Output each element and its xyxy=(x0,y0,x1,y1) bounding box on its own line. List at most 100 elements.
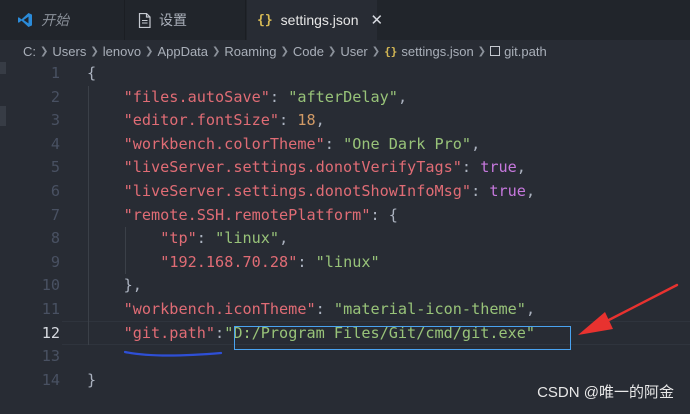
code-text: "liveServer.settings.donotVerifyTags": t… xyxy=(124,156,526,180)
chevron-right-icon: ❯ xyxy=(90,45,99,57)
json-string-value: "linux" xyxy=(315,252,380,271)
code-punct: : xyxy=(269,87,289,106)
tab-bar: 开始 设置 {} settings.json ✕ xyxy=(0,0,690,40)
line-number: 13 xyxy=(41,347,60,366)
code-line: 1{ xyxy=(0,62,690,86)
breadcrumb: C: ❯ Users ❯ lenovo ❯ AppData ❯ Roaming ❯ Cod… xyxy=(0,40,690,62)
code-punct: } xyxy=(87,370,97,389)
breadcrumb-item[interactable]: lenovo xyxy=(103,44,141,59)
json-string-value: "One Dark Pro" xyxy=(343,134,472,153)
breadcrumb-item[interactable]: Code xyxy=(293,44,324,59)
json-string-value: "linux" xyxy=(215,229,280,248)
line-number: 7 xyxy=(50,205,60,224)
json-key: "tp" xyxy=(160,229,197,248)
code-line: 7 "remote.SSH.remotePlatform": { xyxy=(0,204,690,228)
breadcrumb-item[interactable]: Roaming xyxy=(224,44,276,59)
line-number: 12 xyxy=(41,323,60,342)
breadcrumb-item[interactable]: Users xyxy=(52,44,86,59)
chevron-right-icon: ❯ xyxy=(477,45,487,57)
breadcrumb-item[interactable]: AppData xyxy=(157,44,208,59)
breadcrumb-item[interactable]: C: xyxy=(23,44,36,59)
code-editor[interactable]: 1{2 "files.autoSave": "afterDelay", 3 "edit… xyxy=(0,62,690,414)
code-text: "editor.fontSize": 18, xyxy=(124,109,325,133)
code-text: "liveServer.settings.donotShowInfoMsg": … xyxy=(124,180,536,204)
json-key: "files.autoSave" xyxy=(123,87,270,106)
tab-label: 开始 xyxy=(41,12,69,28)
chevron-right-icon: ❯ xyxy=(371,45,381,57)
breadcrumb-item[interactable]: User xyxy=(340,44,367,59)
chevron-right-icon: ❯ xyxy=(145,45,154,57)
selection-highlight-box xyxy=(234,326,571,350)
json-key: "192.168.70.28" xyxy=(160,252,298,271)
code-punct: : xyxy=(279,111,298,130)
code-punct: : xyxy=(196,229,216,248)
chevron-right-icon: ❯ xyxy=(40,45,49,57)
arrow-annotation xyxy=(578,283,679,335)
code-punct: , xyxy=(516,158,526,177)
code-punct: , xyxy=(525,182,536,200)
json-number-value: 18 xyxy=(297,111,316,130)
code-line: 3 "editor.fontSize": 18, xyxy=(0,109,690,133)
json-key: "workbench.colorTheme" xyxy=(123,134,325,153)
code-punct: { xyxy=(87,64,97,82)
code-line: 2 "files.autoSave": "afterDelay", xyxy=(0,86,690,110)
indent-guide xyxy=(125,227,126,275)
code-punct: : xyxy=(461,158,481,177)
code-text: { xyxy=(87,62,96,86)
code-punct: , xyxy=(315,111,325,130)
code-line: 5 "liveServer.settings.donotVerifyTags": … xyxy=(0,156,690,180)
json-braces-icon: {} xyxy=(384,44,398,58)
json-key: "git.path" xyxy=(123,323,216,342)
chevron-right-icon: ❯ xyxy=(327,45,337,57)
watermark: CSDN @唯一的阿金 xyxy=(537,384,674,401)
code-line: 8 "tp": "linux", xyxy=(0,227,690,251)
tab-settings-json[interactable]: {} settings.json ✕ xyxy=(247,0,383,40)
indent-guide xyxy=(88,85,89,346)
code-text: "workbench.iconTheme": "material-icon-th… xyxy=(124,298,536,322)
chevron-right-icon: ❯ xyxy=(212,45,221,57)
code-line: 4 "workbench.colorTheme": "One Dark Pro", xyxy=(0,133,690,157)
code-text: "files.autoSave": "afterDelay", xyxy=(124,86,408,110)
line-number: 10 xyxy=(41,276,60,295)
line-number: 14 xyxy=(41,370,60,389)
json-boolean-value: true xyxy=(480,158,517,177)
line-number: 3 xyxy=(50,111,60,130)
code-punct: : xyxy=(324,134,344,153)
code-punct: : { xyxy=(370,205,398,224)
breadcrumb-file[interactable]: settings.json xyxy=(401,44,473,59)
close-icon[interactable]: ✕ xyxy=(370,11,383,29)
code-punct: }, xyxy=(123,276,142,295)
code-punct: : xyxy=(297,252,316,271)
json-key: "editor.fontSize" xyxy=(123,111,280,130)
code-text: "tp": "linux", xyxy=(160,227,288,251)
json-key: "remote.SSH.remotePlatform" xyxy=(123,205,371,224)
line-number: 11 xyxy=(41,300,60,318)
code-punct: : xyxy=(471,182,490,200)
line-number: 6 xyxy=(50,182,60,200)
json-boolean-value: true xyxy=(489,182,526,200)
tab-settings[interactable]: 设置 xyxy=(126,0,246,40)
tab-welcome[interactable]: 开始 xyxy=(0,0,125,40)
json-key: "workbench.iconTheme" xyxy=(123,300,316,318)
line-number: 5 xyxy=(50,158,60,177)
breadcrumb-symbol[interactable]: git.path xyxy=(504,44,547,59)
line-number: 8 xyxy=(50,229,60,248)
line-number: 9 xyxy=(50,252,60,271)
code-punct: , xyxy=(525,300,536,318)
json-braces-icon: {} xyxy=(257,12,273,28)
underline-annotation xyxy=(124,350,223,357)
string-property-icon xyxy=(490,46,501,56)
chevron-right-icon: ❯ xyxy=(280,45,289,57)
tab-label: settings.json xyxy=(280,12,359,28)
tab-label: 设置 xyxy=(159,12,187,28)
json-string-value: "material-icon-theme" xyxy=(333,300,526,318)
code-text: }, xyxy=(124,274,142,298)
code-text: "remote.SSH.remotePlatform": { xyxy=(124,204,398,228)
code-text: "workbench.colorTheme": "One Dark Pro", xyxy=(124,133,481,157)
code-line: 9 "192.168.70.28": "linux" xyxy=(0,251,690,275)
code-text: } xyxy=(87,369,96,393)
code-punct: , xyxy=(471,134,481,153)
json-string-value: "afterDelay" xyxy=(288,87,398,106)
json-key: "liveServer.settings.donotShowInfoMsg" xyxy=(123,182,472,200)
code-punct: : xyxy=(215,323,225,342)
